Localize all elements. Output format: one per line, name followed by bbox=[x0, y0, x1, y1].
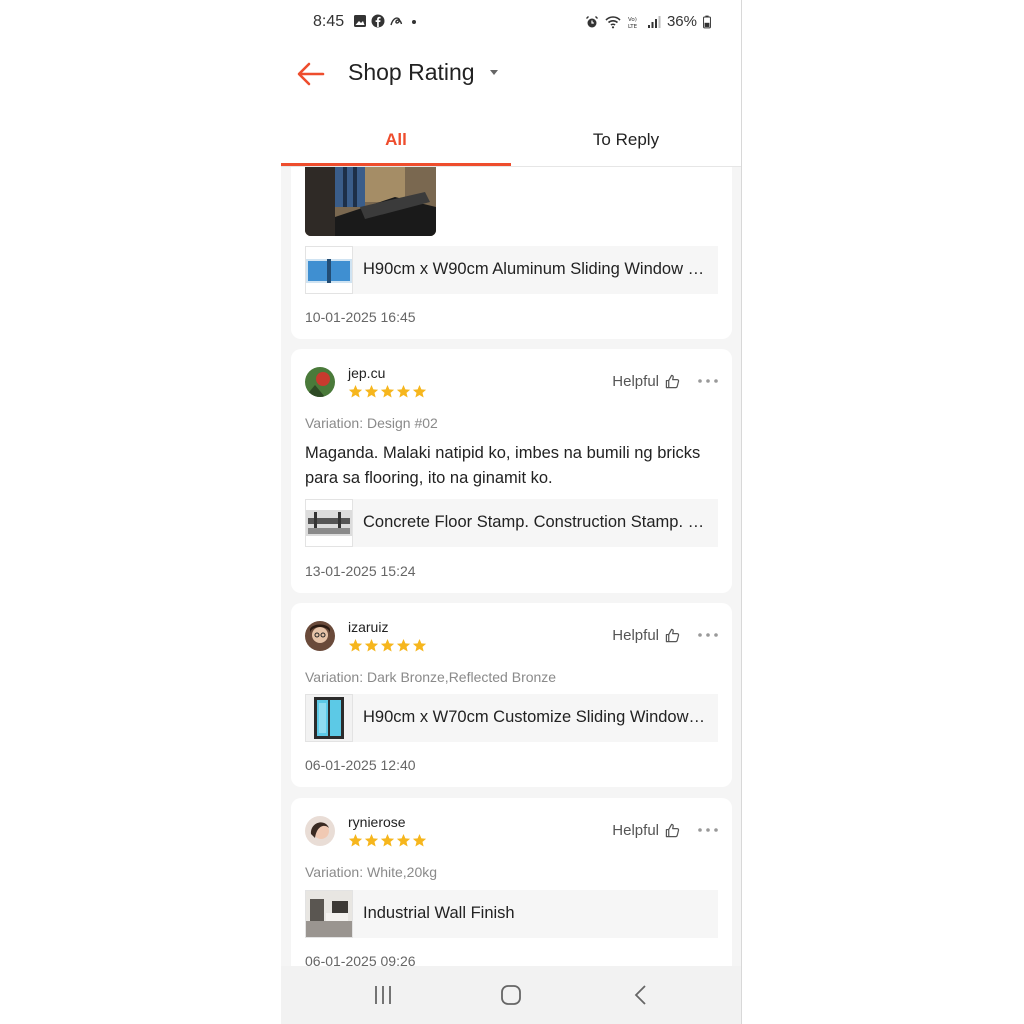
star-icon bbox=[380, 833, 395, 847]
more-notifications-dot-icon bbox=[412, 20, 416, 24]
review-date: 06-01-2025 09:26 bbox=[305, 953, 416, 967]
back-icon[interactable] bbox=[626, 982, 656, 1008]
helpful-label: Helpful bbox=[612, 373, 659, 390]
battery-icon bbox=[703, 15, 711, 28]
review-list[interactable]: H90cm x W90cm Aluminum Sliding Window wi… bbox=[281, 167, 741, 967]
volte-icon: Vo)LTE bbox=[628, 17, 638, 29]
star-icon bbox=[412, 638, 427, 652]
star-icon bbox=[412, 833, 427, 847]
svg-text:Vo): Vo) bbox=[628, 17, 637, 23]
system-navigation-bar bbox=[281, 966, 741, 1024]
tab-to-reply[interactable]: To Reply bbox=[511, 114, 741, 166]
star-icon bbox=[348, 833, 363, 847]
review-card: H90cm x W90cm Aluminum Sliding Window wi… bbox=[291, 167, 732, 339]
review-date: 10-01-2025 16:45 bbox=[305, 309, 416, 325]
svg-text:LTE: LTE bbox=[628, 24, 638, 29]
star-icon bbox=[380, 638, 395, 652]
status-bar: 8:45 Vo) LTE 36% bbox=[281, 0, 741, 46]
product-thumbnail bbox=[305, 499, 353, 547]
star-icon bbox=[396, 638, 411, 652]
product-name: Concrete Floor Stamp. Construction Stamp… bbox=[363, 513, 708, 531]
helpful-label: Helpful bbox=[612, 822, 659, 839]
product-link[interactable]: H90cm x W90cm Aluminum Sliding Window wi… bbox=[305, 246, 718, 294]
star-icon bbox=[412, 384, 427, 398]
more-options-icon[interactable] bbox=[696, 627, 720, 643]
review-photo[interactable] bbox=[305, 167, 436, 236]
review-date: 06-01-2025 12:40 bbox=[305, 757, 416, 773]
review-card: jep.cu Helpful Variation: Design #02 Mag… bbox=[291, 349, 732, 593]
gallery-icon bbox=[354, 15, 366, 27]
star-icon bbox=[364, 384, 379, 398]
wifi-icon bbox=[605, 15, 621, 28]
product-name: Industrial Wall Finish bbox=[363, 904, 515, 922]
facebook-icon bbox=[371, 14, 385, 28]
app-header: Shop Rating bbox=[281, 46, 741, 114]
star-rating bbox=[348, 384, 427, 399]
review-card: rynierose Helpful Variation: White,20kg … bbox=[291, 798, 732, 967]
product-thumbnail bbox=[305, 246, 353, 294]
star-rating bbox=[348, 833, 427, 848]
review-photo-image bbox=[305, 167, 436, 236]
tab-all[interactable]: All bbox=[281, 114, 511, 166]
recent-apps-icon[interactable] bbox=[368, 982, 398, 1008]
reviewer-name: jep.cu bbox=[348, 365, 386, 381]
reviewer-name: izaruiz bbox=[348, 619, 389, 635]
review-date: 13-01-2025 15:24 bbox=[305, 563, 416, 579]
product-thumbnail bbox=[305, 890, 353, 938]
review-comment: Maganda. Malaki natipid ko, imbes na bum… bbox=[305, 444, 701, 487]
phone-screen: 8:45 Vo) LTE 36% Shop Rating All To Reply bbox=[281, 0, 742, 1024]
star-icon bbox=[396, 833, 411, 847]
helpful-button[interactable]: Helpful bbox=[612, 373, 680, 390]
product-link[interactable]: Industrial Wall Finish bbox=[305, 890, 718, 938]
star-icon bbox=[348, 384, 363, 398]
reviewer-name: rynierose bbox=[348, 814, 406, 830]
thumbs-up-icon bbox=[665, 374, 680, 389]
star-icon bbox=[364, 833, 379, 847]
star-icon bbox=[364, 638, 379, 652]
avatar[interactable] bbox=[305, 367, 335, 397]
helpful-label: Helpful bbox=[612, 627, 659, 644]
product-name: H90cm x W90cm Aluminum Sliding Window wi… bbox=[363, 260, 708, 278]
status-time: 8:45 bbox=[313, 13, 345, 30]
review-card: izaruiz Helpful Variation: Dark Bronze,R… bbox=[291, 603, 732, 787]
variation-label: Variation: Design #02 bbox=[305, 415, 438, 431]
active-tab-indicator bbox=[281, 163, 511, 166]
home-icon[interactable] bbox=[496, 982, 526, 1008]
star-rating bbox=[348, 638, 427, 653]
helpful-button[interactable]: Helpful bbox=[612, 627, 680, 644]
avatar[interactable] bbox=[305, 621, 335, 651]
product-link[interactable]: H90cm x W70cm Customize Sliding Window A… bbox=[305, 694, 718, 742]
star-icon bbox=[380, 384, 395, 398]
variation-label: Variation: Dark Bronze,Reflected Bronze bbox=[305, 669, 557, 685]
variation-label: Variation: White,20kg bbox=[305, 864, 438, 880]
helpful-button[interactable]: Helpful bbox=[612, 822, 680, 839]
dropdown-caret-icon[interactable] bbox=[490, 70, 498, 75]
product-thumbnail bbox=[305, 694, 353, 742]
battery-percent: 36% bbox=[666, 13, 697, 30]
tab-bar: All To Reply bbox=[281, 114, 741, 167]
more-options-icon[interactable] bbox=[696, 373, 720, 389]
product-link[interactable]: Concrete Floor Stamp. Construction Stamp… bbox=[305, 499, 718, 547]
thumbs-up-icon bbox=[665, 823, 680, 838]
thumbs-up-icon bbox=[665, 628, 680, 643]
more-options-icon[interactable] bbox=[696, 822, 720, 838]
avatar[interactable] bbox=[305, 816, 335, 846]
alarm-icon bbox=[585, 15, 598, 27]
back-arrow-icon[interactable] bbox=[295, 58, 327, 90]
star-icon bbox=[396, 384, 411, 398]
star-icon bbox=[348, 638, 363, 652]
app-notification-icon bbox=[390, 17, 403, 26]
signal-icon bbox=[647, 15, 661, 28]
page-title[interactable]: Shop Rating bbox=[348, 59, 475, 86]
product-name: H90cm x W70cm Customize Sliding Window A… bbox=[363, 708, 708, 726]
